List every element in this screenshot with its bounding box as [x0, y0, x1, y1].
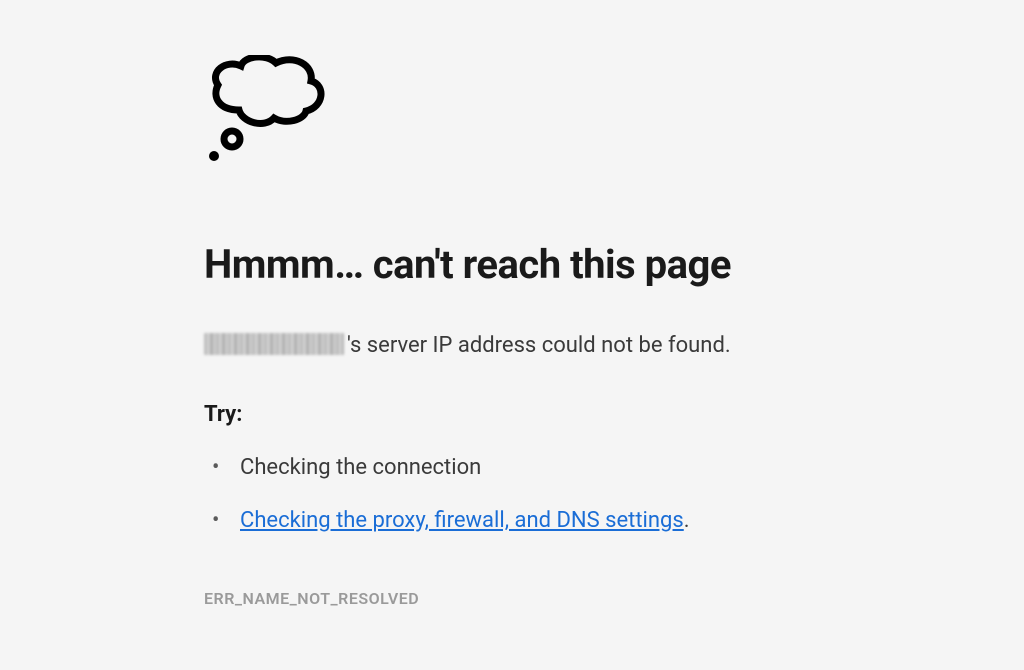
error-page: Hmmm… can't reach this page 's server IP…	[204, 55, 844, 608]
try-label: Try:	[204, 402, 844, 427]
suggestion-suffix: .	[684, 508, 690, 533]
thought-bubble-icon	[204, 55, 844, 169]
error-code: ERR_NAME_NOT_RESOLVED	[204, 589, 844, 608]
list-item: Checking the proxy, firewall, and DNS se…	[212, 508, 844, 533]
redacted-hostname	[204, 333, 344, 355]
list-item: Checking the connection	[212, 455, 844, 480]
error-description: 's server IP address could not be found.	[204, 330, 844, 362]
proxy-dns-settings-link[interactable]: Checking the proxy, firewall, and DNS se…	[240, 508, 684, 533]
error-heading: Hmmm… can't reach this page	[204, 241, 844, 288]
suggestion-text: Checking the connection	[240, 455, 481, 480]
description-text: 's server IP address could not be found.	[347, 333, 731, 358]
suggestions-list: Checking the connection Checking the pro…	[212, 455, 844, 533]
